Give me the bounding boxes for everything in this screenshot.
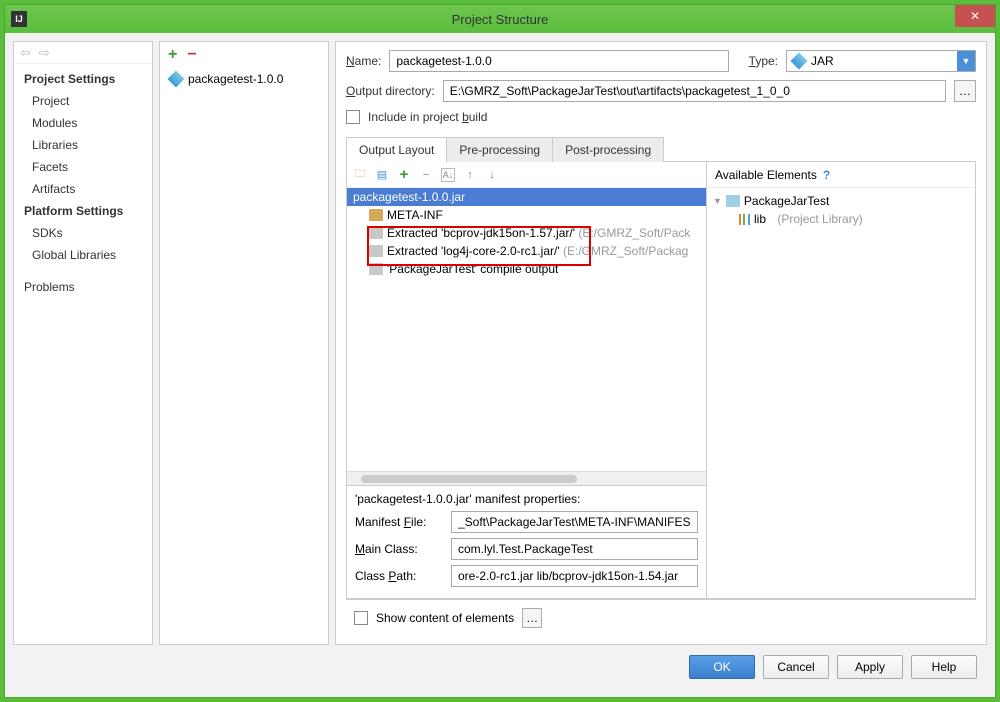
module-icon xyxy=(726,195,740,207)
artifact-editor: Name: Type: JAR ▼ Output directory: … xyxy=(335,41,987,645)
type-value: JAR xyxy=(811,54,834,68)
apply-button[interactable]: Apply xyxy=(837,655,903,679)
extracted-icon xyxy=(369,245,383,257)
nav-libraries[interactable]: Libraries xyxy=(14,134,152,156)
show-content-label: Show content of elements xyxy=(376,611,514,625)
tree-root[interactable]: packagetest-1.0.0.jar xyxy=(347,188,706,206)
available-elements-label: Available Elements xyxy=(715,168,817,182)
nav-global-libraries[interactable]: Global Libraries xyxy=(14,244,152,266)
nav-back-icon[interactable]: ⇦ xyxy=(20,45,31,61)
include-build-label: Include in project build xyxy=(368,110,487,124)
chevron-down-icon: ▼ xyxy=(957,51,975,71)
name-input[interactable] xyxy=(389,50,728,72)
tab-output-layout[interactable]: Output Layout xyxy=(346,137,447,162)
main-class-input[interactable] xyxy=(451,538,698,560)
artifact-item[interactable]: packagetest-1.0.0 xyxy=(160,68,328,90)
available-elements-panel: Available Elements ? ▼ PackageJarTest xyxy=(707,162,975,598)
titlebar: IJ Project Structure ✕ xyxy=(5,5,995,33)
tree-meta-inf[interactable]: META-INF xyxy=(347,206,706,224)
tree-extracted-2[interactable]: Extracted 'log4j-core-2.0-rc1.jar/' (E:/… xyxy=(347,242,706,260)
browse-outdir-button[interactable]: … xyxy=(954,80,976,102)
tab-pre-processing[interactable]: Pre-processing xyxy=(446,137,553,162)
close-button[interactable]: ✕ xyxy=(955,5,995,27)
manifest-file-label: Manifest File: xyxy=(355,515,443,529)
type-combo[interactable]: JAR ▼ xyxy=(786,50,976,72)
help-button[interactable]: Help xyxy=(911,655,977,679)
sort-icon[interactable]: A↓ xyxy=(441,168,455,182)
app-icon: IJ xyxy=(11,11,27,27)
window-title: Project Structure xyxy=(452,12,549,27)
tree-extracted-1[interactable]: Extracted 'bcprov-jdk15on-1.57.jar/' (E:… xyxy=(347,224,706,242)
output-tree[interactable]: packagetest-1.0.0.jar META-INF Extracted… xyxy=(347,188,706,471)
manifest-file-input[interactable] xyxy=(451,511,698,533)
available-lib[interactable]: lib (Project Library) xyxy=(713,210,969,228)
settings-nav: ⇦ ⇨ Project Settings Project Modules Lib… xyxy=(13,41,153,645)
help-icon[interactable]: ? xyxy=(823,168,830,182)
tree-compile-output[interactable]: 'PackageJarTest' compile output xyxy=(347,260,706,278)
ok-button[interactable]: OK xyxy=(689,655,755,679)
dialog-footer: OK Cancel Apply Help xyxy=(13,645,987,689)
nav-head-platform-settings: Platform Settings xyxy=(14,200,152,222)
nav-fwd-icon[interactable]: ⇨ xyxy=(39,45,50,61)
remove-icon[interactable]: − xyxy=(419,168,433,182)
jar-icon xyxy=(791,53,808,70)
add-copy-icon[interactable]: + xyxy=(397,168,411,182)
artifact-list: + − packagetest-1.0.0 xyxy=(159,41,329,645)
artifact-item-label: packagetest-1.0.0 xyxy=(188,72,283,86)
show-content-more[interactable]: … xyxy=(522,608,542,628)
module-output-icon xyxy=(369,263,383,275)
nav-modules[interactable]: Modules xyxy=(14,112,152,134)
output-layout-tree-panel: 🗀 ▤ + − A↓ ↑ ↓ packagetest-1.0.0.jar xyxy=(347,162,707,598)
manifest-section: 'packagetest-1.0.0.jar' manifest propert… xyxy=(347,485,706,598)
move-down-icon[interactable]: ↓ xyxy=(485,168,499,182)
add-artifact-button[interactable]: + xyxy=(168,46,177,64)
artifact-icon xyxy=(168,71,185,88)
h-scrollbar[interactable] xyxy=(347,471,706,485)
nav-facets[interactable]: Facets xyxy=(14,156,152,178)
show-content-checkbox[interactable] xyxy=(354,611,368,625)
nav-artifacts[interactable]: Artifacts xyxy=(14,178,152,200)
outdir-input[interactable] xyxy=(443,80,946,102)
class-path-input[interactable] xyxy=(451,565,698,587)
remove-artifact-button[interactable]: − xyxy=(187,46,196,64)
include-build-checkbox[interactable] xyxy=(346,110,360,124)
cancel-button[interactable]: Cancel xyxy=(763,655,829,679)
nav-problems[interactable]: Problems xyxy=(14,276,152,298)
type-label: Type: xyxy=(749,54,778,68)
nav-head-project-settings: Project Settings xyxy=(14,68,152,90)
new-archive-icon[interactable]: ▤ xyxy=(375,168,389,182)
expand-icon[interactable]: ▼ xyxy=(713,196,722,206)
folder-icon xyxy=(369,209,383,221)
move-up-icon[interactable]: ↑ xyxy=(463,168,477,182)
artifact-tabs: Output Layout Pre-processing Post-proces… xyxy=(346,136,976,162)
available-module[interactable]: ▼ PackageJarTest xyxy=(713,192,969,210)
new-folder-icon[interactable]: 🗀 xyxy=(353,168,367,182)
nav-sdks[interactable]: SDKs xyxy=(14,222,152,244)
extracted-icon xyxy=(369,227,383,239)
outdir-label: Output directory: xyxy=(346,84,435,98)
name-label: Name: xyxy=(346,54,381,68)
nav-project[interactable]: Project xyxy=(14,90,152,112)
tab-post-processing[interactable]: Post-processing xyxy=(552,137,664,162)
manifest-head: 'packagetest-1.0.0.jar' manifest propert… xyxy=(355,492,698,506)
main-class-label: Main Class: xyxy=(355,542,443,556)
class-path-label: Class Path: xyxy=(355,569,443,583)
library-icon xyxy=(739,214,750,225)
